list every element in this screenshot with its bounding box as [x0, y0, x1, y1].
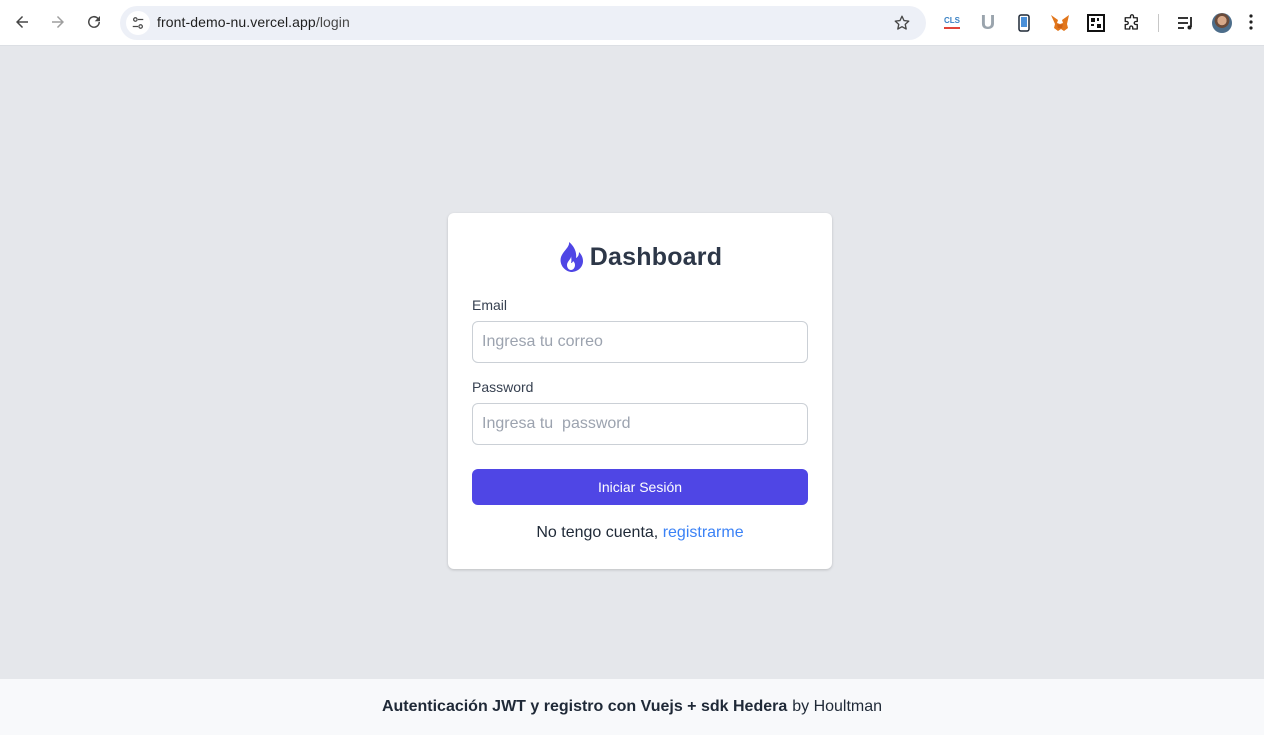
- profile-avatar[interactable]: [1212, 13, 1232, 33]
- star-icon: [894, 15, 910, 30]
- email-field[interactable]: [472, 321, 808, 363]
- qr-extension-icon[interactable]: [1084, 11, 1108, 35]
- register-link[interactable]: registrarme: [663, 524, 744, 541]
- reload-icon: [88, 15, 100, 28]
- password-field[interactable]: [472, 403, 808, 445]
- u-extension-label: U: [980, 11, 996, 34]
- tune-icon: [132, 17, 144, 29]
- signup-prompt: No tengo cuenta, registrarme: [448, 524, 832, 542]
- page-footer: Autenticación JWT y registro con Vuejs +…: [0, 678, 1264, 735]
- cls-extension-icon[interactable]: CLS: [940, 11, 964, 35]
- forward-button[interactable]: [43, 7, 73, 37]
- media-controls-icon[interactable]: [1174, 11, 1198, 35]
- no-account-text: No tengo cuenta,: [536, 524, 659, 541]
- page-background: Dashboard Email Password Iniciar Sesión …: [0, 46, 1264, 678]
- site-info-button[interactable]: [126, 11, 150, 35]
- browser-menu-button[interactable]: [1248, 13, 1264, 33]
- extensions-puzzle-icon[interactable]: [1120, 11, 1144, 35]
- cls-extension-label: CLS: [944, 16, 960, 25]
- back-button[interactable]: [7, 7, 37, 37]
- metamask-fox-icon[interactable]: [1048, 11, 1072, 35]
- phone-extension-icon[interactable]: [1012, 11, 1036, 35]
- kebab-menu-icon: [1249, 14, 1253, 30]
- footer-title: Autenticación JWT y registro con Vuejs +…: [381, 698, 788, 715]
- login-card: Dashboard Email Password Iniciar Sesión …: [448, 213, 832, 569]
- url-text[interactable]: front-demo-nu.vercel.app/login: [157, 14, 350, 30]
- password-label: Password: [472, 379, 534, 395]
- browser-toolbar: front-demo-nu.vercel.app/login CLS U: [0, 0, 1264, 46]
- flame-logo-icon: [560, 242, 583, 272]
- bookmark-star-button[interactable]: [892, 13, 912, 33]
- url-host: front-demo-nu.vercel.app: [157, 14, 316, 30]
- address-bar[interactable]: front-demo-nu.vercel.app/login: [120, 6, 926, 40]
- reload-button[interactable]: [79, 7, 109, 37]
- toolbar-divider: [1158, 14, 1159, 32]
- arrow-right-icon: [52, 16, 64, 28]
- url-path: /login: [315, 14, 350, 30]
- u-extension-icon[interactable]: U: [976, 11, 1000, 35]
- login-button[interactable]: Iniciar Sesión: [472, 469, 808, 505]
- email-label: Email: [472, 297, 508, 313]
- arrow-left-icon: [16, 16, 28, 28]
- footer-author: by Houltman: [792, 698, 883, 715]
- brand-header: Dashboard: [448, 239, 832, 275]
- brand-title: Dashboard: [589, 242, 723, 271]
